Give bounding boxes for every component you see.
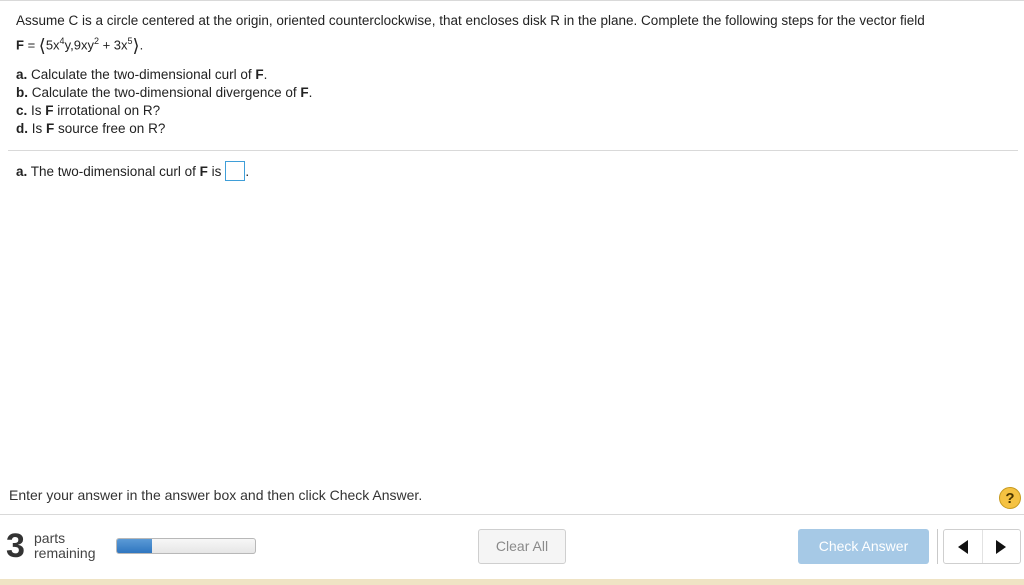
- next-arrow-icon: [996, 539, 1007, 554]
- step-item: b. Calculate the two-dimensional diverge…: [16, 84, 1016, 102]
- prev-arrow-icon: [957, 539, 968, 554]
- step-text: Calculate the two-dimensional divergence…: [28, 85, 301, 101]
- parts-label-line1: parts: [34, 530, 66, 546]
- step-bold: F: [45, 103, 54, 119]
- formula-open: ⟨: [38, 35, 46, 56]
- instruction-text: Enter your answer in the answer box and …: [9, 487, 423, 503]
- formula-f: F: [16, 37, 24, 53]
- answer-bold: F: [199, 164, 208, 179]
- progress-fill: [117, 539, 152, 553]
- question-text: Assume C is a circle centered at the ori…: [16, 12, 1016, 138]
- step-letter: b.: [16, 85, 28, 101]
- step-letter: c.: [16, 103, 28, 119]
- parts-remaining-label: parts remaining: [34, 531, 95, 561]
- steps-list: a. Calculate the two-dimensional curl of…: [16, 66, 1016, 138]
- check-answer-button[interactable]: Check Answer: [798, 529, 929, 564]
- footer-divider: [0, 514, 1024, 515]
- section-divider: [8, 150, 1018, 151]
- bottom-strip: [0, 579, 1024, 585]
- next-question-button[interactable]: [981, 530, 1021, 563]
- answer-text: The two-dimensional curl of: [27, 164, 200, 179]
- step-text-end: .: [308, 85, 313, 101]
- button-separator: [937, 529, 938, 564]
- top-divider: [0, 0, 1024, 1]
- step-item: a. Calculate the two-dimensional curl of…: [16, 66, 1016, 84]
- formula-t1-rest: y,9xy: [64, 37, 94, 53]
- help-icon[interactable]: ?: [999, 487, 1021, 509]
- step-bold: F: [255, 67, 264, 83]
- answer-period: .: [245, 164, 250, 179]
- parts-progress-bar: [116, 538, 256, 554]
- step-letter: a.: [16, 67, 28, 83]
- clear-all-button[interactable]: Clear All: [478, 529, 566, 564]
- formula-close: ⟩: [132, 35, 140, 56]
- formula-t1: 5x: [45, 37, 60, 53]
- answer-input-box[interactable]: [225, 161, 246, 181]
- formula-eq: =: [23, 37, 39, 53]
- question-nav: [943, 529, 1021, 564]
- answer-text-end: is: [207, 164, 222, 179]
- step-text: Is: [27, 103, 46, 119]
- parts-remaining-count: 3: [6, 527, 25, 565]
- step-text: Is: [28, 121, 47, 137]
- parts-label-line2: remaining: [34, 545, 96, 561]
- question-intro: Assume C is a circle centered at the ori…: [16, 13, 925, 28]
- step-text: Calculate the two-dimensional curl of: [27, 67, 256, 83]
- step-bold: F: [300, 85, 309, 101]
- step-item: d. Is F source free on R?: [16, 120, 1016, 138]
- step-text-end: source free on R?: [54, 121, 166, 137]
- step-item: c. Is F irrotational on R?: [16, 102, 1016, 120]
- formula-t3: + 3x: [98, 37, 128, 53]
- step-text-end: irrotational on R?: [53, 103, 161, 119]
- vector-field-formula: F = ⟨5x4y,9xy2 + 3x5⟩.: [16, 32, 1016, 54]
- step-text-end: .: [263, 67, 268, 83]
- answer-letter: a.: [16, 164, 28, 179]
- step-letter: d.: [16, 121, 28, 137]
- prev-question-button[interactable]: [944, 530, 982, 563]
- formula-end: .: [139, 37, 144, 53]
- answer-prompt: a. The two-dimensional curl of F is.: [16, 161, 249, 181]
